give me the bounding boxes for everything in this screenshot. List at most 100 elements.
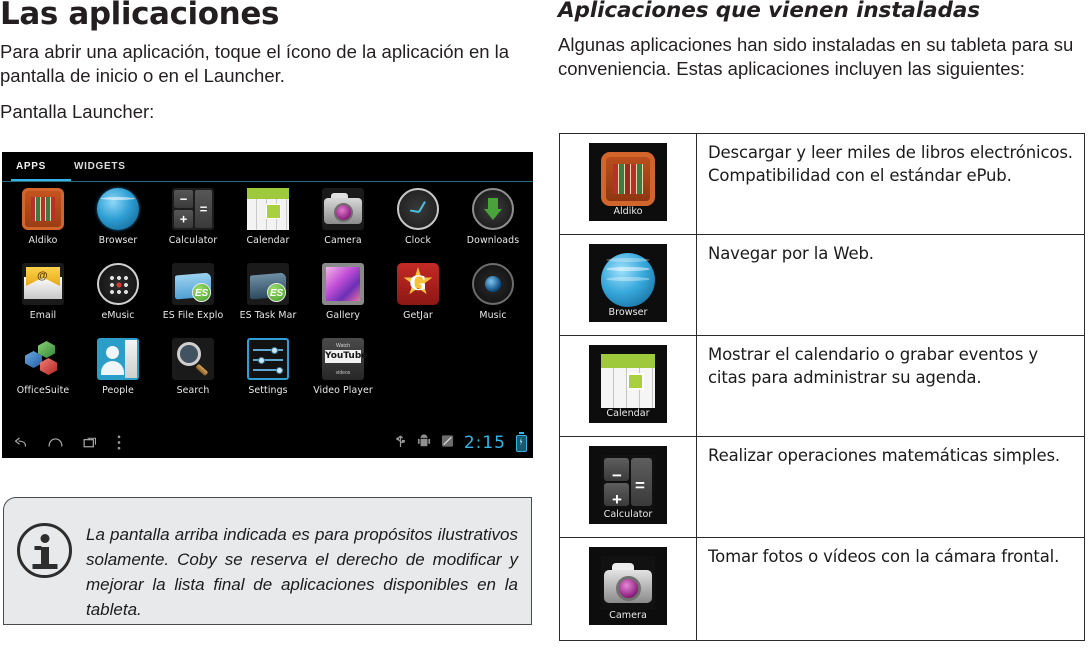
- table-row: Calendar Mostrar el calendario o grabar …: [559, 335, 1085, 437]
- app-label: People: [102, 385, 134, 396]
- app-grid-row: OfficeSuite People Search Settings Watch…: [2, 336, 533, 411]
- es-file-explorer-icon: ES: [172, 263, 214, 305]
- status-clock: 2:15: [463, 433, 506, 453]
- table-cell-description: Mostrar el calendario o grabar eventos y…: [696, 335, 1085, 437]
- tab-widgets[interactable]: WIDGETS: [74, 161, 126, 172]
- app-tile-search[interactable]: Search: [155, 336, 231, 396]
- camera-icon: [322, 188, 364, 230]
- app-label: GetJar: [403, 310, 433, 321]
- launcher-screenshot: APPS WIDGETS Aldiko Browser − + = Calcul…: [2, 152, 533, 458]
- tab-bar-divider: [2, 180, 533, 182]
- downloads-icon: [472, 188, 514, 230]
- app-tile-downloads[interactable]: Downloads: [455, 186, 531, 246]
- browser-icon: [97, 188, 139, 230]
- table-cell-description: Realizar operaciones matemáticas simples…: [696, 436, 1085, 538]
- app-label: Clock: [405, 235, 431, 246]
- section-title: Aplicaciones que vienen instaladas: [558, 0, 980, 23]
- table-cell-icon: − + = Calculator: [559, 436, 697, 538]
- recents-icon[interactable]: [82, 434, 99, 451]
- table-row: Browser Navegar por la Web.: [559, 234, 1085, 336]
- table-cell-description: Navegar por la Web.: [696, 234, 1085, 336]
- intro-paragraph: Para abrir una aplicación, toque el ícon…: [0, 41, 510, 86]
- launcher-tab-bar: APPS WIDGETS: [2, 152, 533, 186]
- app-label: Camera: [324, 235, 362, 246]
- back-icon[interactable]: [12, 434, 29, 451]
- preinstalled-apps-table: Aldiko Descargar y leer miles de libros …: [559, 133, 1085, 641]
- sd-card-icon: [441, 434, 454, 453]
- app-tile-settings[interactable]: Settings: [230, 336, 306, 396]
- table-cell-icon: Aldiko: [559, 133, 697, 235]
- section-paragraph: Algunas aplicaciones han sido instaladas…: [558, 34, 1074, 79]
- app-tile-camera[interactable]: Camera: [305, 186, 381, 246]
- camera-icon: Camera: [589, 547, 667, 625]
- app-tile-getjar[interactable]: G GetJar: [380, 261, 456, 321]
- app-label: Calendar: [246, 235, 290, 246]
- note-box: La pantalla arriba indicada es para prop…: [3, 497, 532, 625]
- menu-icon[interactable]: [117, 434, 121, 451]
- app-tile-email[interactable]: @ Email: [5, 261, 81, 321]
- home-icon[interactable]: [47, 434, 64, 451]
- app-tile-aldiko[interactable]: Aldiko: [5, 186, 81, 246]
- calendar-icon: [247, 188, 289, 230]
- navigation-buttons: [12, 434, 121, 451]
- app-tile-emusic[interactable]: eMusic: [80, 261, 156, 321]
- icon-caption: Calculator: [603, 509, 653, 520]
- gallery-icon: [322, 263, 364, 305]
- calculator-icon: − + = Calculator: [589, 446, 667, 524]
- app-tile-music[interactable]: Music: [455, 261, 531, 321]
- app-tile-officesuite[interactable]: OfficeSuite: [5, 336, 81, 396]
- app-grid: Aldiko Browser − + = Calculator Calendar…: [2, 186, 533, 411]
- app-tile-calculator[interactable]: − + = Calculator: [155, 186, 231, 246]
- calculator-icon: − + =: [172, 188, 214, 230]
- app-tile-es-file-explorer[interactable]: ES ES File Explo: [155, 261, 231, 321]
- page-title: Las aplicaciones: [0, 0, 280, 32]
- app-tile-people[interactable]: People: [80, 336, 156, 396]
- app-label: Downloads: [466, 235, 520, 246]
- emusic-icon: [97, 263, 139, 305]
- search-icon: [172, 338, 214, 380]
- app-tile-es-task-manager[interactable]: ES ES Task Mar: [230, 261, 306, 321]
- app-tile-clock[interactable]: Clock: [380, 186, 456, 246]
- app-grid-row: @ Email eMusic ES ES File Explo ES ES Ta…: [2, 261, 533, 336]
- app-tile-video-player[interactable]: Watch YouTube videos Video Player: [305, 336, 381, 396]
- app-tile-browser[interactable]: Browser: [80, 186, 156, 246]
- app-label: Video Player: [313, 385, 373, 396]
- left-column: Las aplicaciones Para abrir una aplicaci…: [0, 0, 540, 652]
- battery-charging-icon: [516, 432, 527, 452]
- app-description: Mostrar el calendario o grabar eventos y…: [708, 345, 1038, 387]
- icon-caption: Calendar: [606, 408, 650, 419]
- icon-caption: Browser: [608, 307, 648, 318]
- table-cell-icon: Camera: [559, 537, 697, 641]
- page-root: Las aplicaciones Para abrir una aplicaci…: [0, 0, 1090, 652]
- status-indicators: 2:15: [394, 432, 527, 454]
- tab-apps[interactable]: APPS: [16, 161, 46, 172]
- app-label: Search: [176, 385, 210, 396]
- app-label: Aldiko: [28, 235, 58, 246]
- usb-icon: [394, 432, 407, 454]
- browser-icon: Browser: [589, 244, 667, 322]
- table-cell-description: Tomar fotos o vídeos con la cámara front…: [696, 537, 1085, 641]
- es-task-manager-icon: ES: [247, 263, 289, 305]
- app-label: Email: [29, 310, 57, 321]
- table-row: Aldiko Descargar y leer miles de libros …: [559, 133, 1085, 235]
- app-tile-calendar[interactable]: Calendar: [230, 186, 306, 246]
- email-icon: @: [22, 263, 64, 305]
- table-cell-description: Descargar y leer miles de libros electró…: [696, 133, 1085, 235]
- app-description: Realizar operaciones matemáticas simples…: [708, 446, 1060, 465]
- system-bar: 2:15: [2, 428, 533, 458]
- table-cell-icon: Calendar: [559, 335, 697, 437]
- people-icon: [97, 338, 139, 380]
- table-row: − + = Calculator Realizar operaciones ma…: [559, 436, 1085, 538]
- app-label: Music: [479, 310, 507, 321]
- android-debug-icon: [417, 432, 431, 454]
- aldiko-icon: [22, 188, 64, 230]
- app-label: Gallery: [325, 310, 361, 321]
- launcher-caption: Pantalla Launcher:: [0, 101, 155, 122]
- app-label: ES Task Mar: [239, 310, 297, 321]
- app-tile-gallery[interactable]: Gallery: [305, 261, 381, 321]
- calendar-icon: Calendar: [589, 345, 667, 423]
- video-player-icon: Watch YouTube videos: [322, 338, 367, 380]
- clock-icon: [397, 188, 439, 230]
- info-icon: [17, 523, 72, 578]
- getjar-icon: G: [397, 263, 439, 305]
